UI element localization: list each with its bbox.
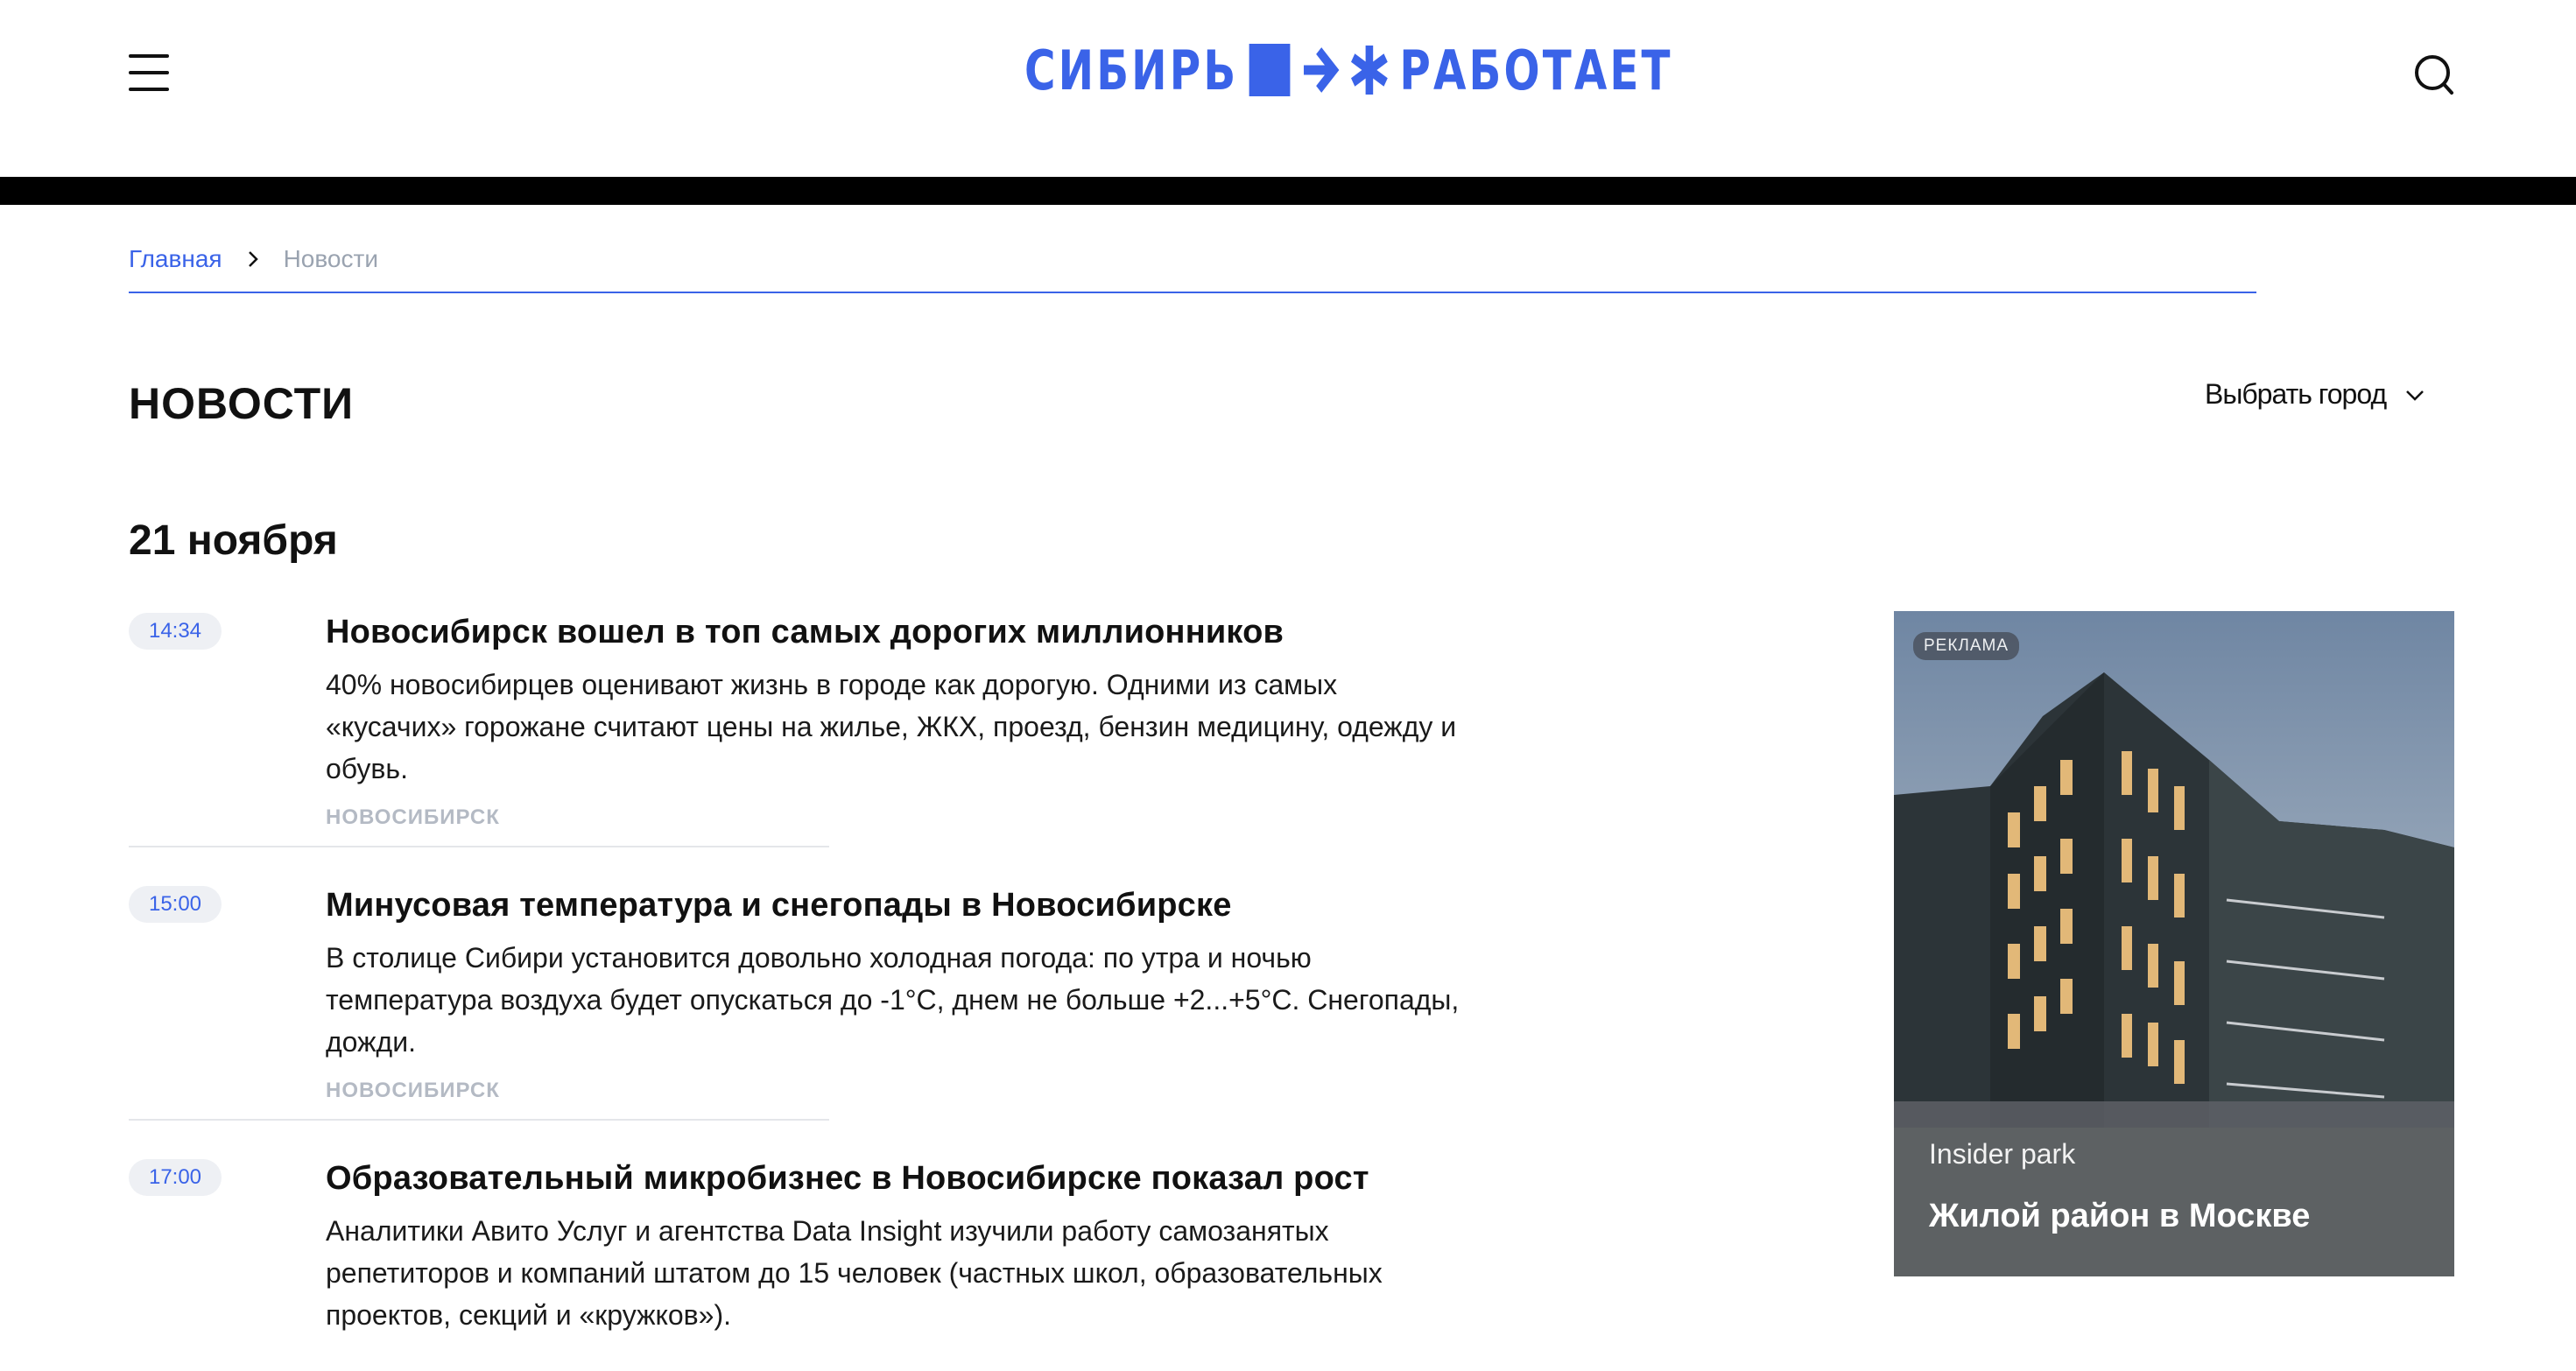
news-summary: 40% новосибирцев оценивают жизнь в город…	[326, 669, 1457, 784]
news-headline-link[interactable]: Новосибирск вошел в топ самых дорогих ми…	[326, 609, 1495, 655]
chevron-down-icon	[2406, 390, 2424, 401]
ad-banner[interactable]: РЕКЛАМА Insider park Жилой район в Москв…	[1894, 611, 2454, 1276]
menu-bar	[129, 54, 169, 58]
news-summary: Аналитики Авито Услуг и агентства Data I…	[326, 1215, 1383, 1331]
time-badge: 15:00	[129, 886, 222, 923]
breadcrumb-home-link[interactable]: Главная	[129, 245, 222, 273]
ad-badge: РЕКЛАМА	[1913, 632, 2020, 660]
page-title: НОВОСТИ	[129, 379, 355, 428]
ad-caption-panel	[1894, 1101, 2454, 1276]
news-headline-link[interactable]: Минусовая температура и снегопады в Ново…	[326, 882, 1495, 928]
news-summary: В столице Сибири установится довольно хо…	[326, 942, 1460, 1058]
news-body: Новосибирск вошел в топ самых дорогих ми…	[326, 609, 1495, 830]
news-headline-link[interactable]: Образовательный микробизнес в Новосибирс…	[326, 1156, 1495, 1201]
logo-square-icon	[1249, 44, 1291, 96]
menu-bar	[129, 71, 169, 74]
breadcrumb-current: Новости	[283, 245, 378, 272]
logo-text-right: РАБОТАЕТ	[1399, 38, 1673, 102]
city-select[interactable]: Выбрать город	[2205, 378, 2426, 411]
news-body: Минусовая температура и снегопады в Ново…	[326, 882, 1495, 1103]
news-body: Образовательный микробизнес в Новосибирс…	[326, 1156, 1495, 1336]
news-list: 14:34 Новосибирск вошел в топ самых доро…	[129, 609, 1495, 1336]
time-badge: 14:34	[129, 613, 222, 650]
date-heading: 21 ноября	[129, 517, 338, 564]
news-divider	[129, 846, 829, 847]
time-badge: 17:00	[129, 1159, 222, 1196]
chevron-right-icon	[248, 251, 258, 267]
news-item: 15:00 Минусовая температура и снегопады …	[129, 882, 1495, 1121]
news-item: 14:34 Новосибирск вошел в топ самых доро…	[129, 609, 1495, 847]
menu-bar	[129, 88, 169, 91]
site-header: СИБИРЬ РАБОТАЕТ	[0, 0, 2576, 177]
logo-text-left: СИБИРЬ	[1024, 38, 1239, 102]
header-divider-bar	[0, 177, 2576, 205]
news-item: 17:00 Образовательный микробизнес в Ново…	[129, 1156, 1495, 1336]
news-city-tag[interactable]: НОВОСИБИРСК	[326, 1079, 1495, 1103]
menu-icon[interactable]	[129, 53, 169, 93]
ad-caption: Жилой район в Москве	[1929, 1198, 2311, 1234]
breadcrumb: Главная Новости	[129, 245, 378, 273]
city-select-label: Выбрать город	[2205, 378, 2387, 410]
breadcrumb-underline	[129, 292, 2256, 293]
news-divider	[129, 1119, 829, 1121]
site-logo[interactable]: СИБИРЬ РАБОТАЕТ	[1024, 37, 1673, 103]
ad-brand: Insider park	[1929, 1138, 2076, 1170]
news-city-tag[interactable]: НОВОСИБИРСК	[326, 805, 1495, 830]
search-icon[interactable]	[2413, 53, 2455, 98]
logo-arrow-icon	[1304, 47, 1340, 93]
logo-asterisk-icon	[1351, 46, 1388, 95]
